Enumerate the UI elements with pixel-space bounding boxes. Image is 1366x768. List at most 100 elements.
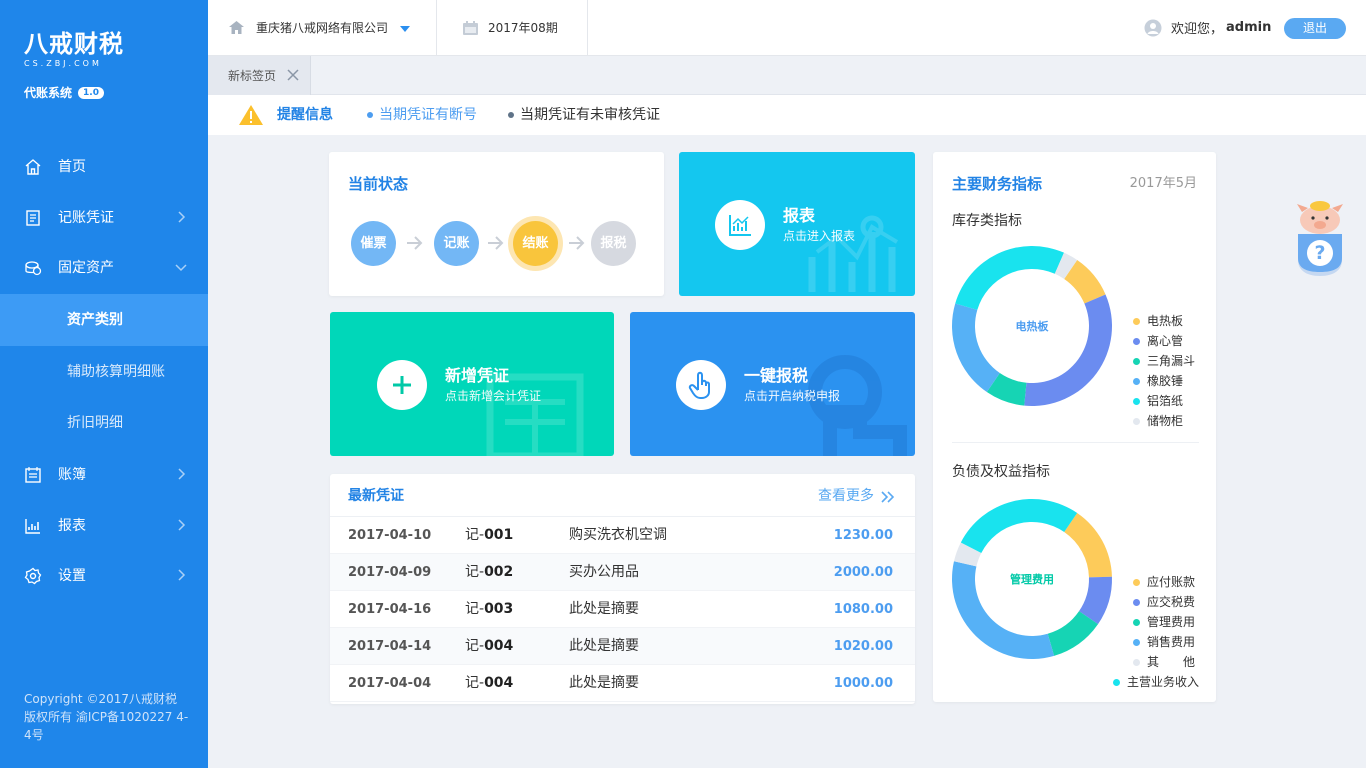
logo-domain: CS.ZBJ.COM	[24, 59, 102, 68]
hand-pointer-icon	[676, 360, 726, 410]
step-closing[interactable]: 结账	[513, 221, 558, 266]
voucher-number: 记-004	[465, 665, 513, 702]
latest-vouchers-header: 最新凭证 查看更多	[330, 474, 915, 517]
step-tax[interactable]: 报税	[591, 221, 636, 266]
system-name: 代账系统 1.0	[24, 84, 104, 101]
legend-dot	[1133, 619, 1140, 626]
sidebar-item-label: 记账凭证	[58, 210, 114, 226]
one-click-tax-subtitle: 点击开启纳税申报	[744, 389, 841, 403]
caret-down-icon	[400, 26, 410, 32]
latest-vouchers-card: 最新凭证 查看更多 2017-04-10 记-001 购买洗衣机空调 1230.00 2…	[330, 474, 915, 704]
finance-title: 主要财务指标	[952, 175, 1043, 193]
sidebar-item-label: 固定资产	[58, 260, 114, 276]
help-mascot-button[interactable]: ?	[1294, 198, 1346, 278]
divider	[952, 442, 1199, 443]
legend-dot	[1133, 378, 1140, 385]
logo[interactable]: 八戒财税 CS.ZBJ.COM	[24, 30, 124, 69]
legend-dot	[1133, 659, 1140, 666]
help-question-mark: ?	[1314, 242, 1326, 264]
user-info[interactable]: 欢迎您， admin	[1144, 18, 1271, 37]
voucher-number: 记-004	[465, 628, 513, 665]
sidebar-item-label: 账簿	[58, 467, 86, 483]
legend-dot	[1133, 579, 1140, 586]
voucher-summary: 买办公用品	[569, 564, 639, 580]
new-voucher-tile[interactable]: 新增凭证 点击新增会计凭证	[330, 312, 614, 456]
logout-button[interactable]: 退出	[1284, 18, 1346, 39]
legend-item: 三角漏斗	[1133, 353, 1195, 369]
sidebar-item-settings[interactable]: 设置	[0, 551, 208, 601]
warning-icon	[239, 105, 263, 125]
voucher-row[interactable]: 2017-04-09 记-002 买办公用品 2000.00	[330, 554, 915, 591]
voucher-row[interactable]: 2017-04-14 记-004 此处是摘要 1020.00	[330, 628, 915, 665]
sidebar-item-report[interactable]: 报表	[0, 501, 208, 551]
donut-slice[interactable]	[955, 246, 1064, 310]
period-text: 2017年08期	[488, 21, 558, 35]
report-tile[interactable]: 报表 点击进入报表	[679, 152, 915, 296]
sidebar-subitem-auxiliary-ledger[interactable]: 辅助核算明细账	[0, 346, 208, 398]
sidebar-item-label: 报表	[58, 518, 86, 534]
voucher-row[interactable]: 2017-04-10 记-001 购买洗衣机空调 1230.00	[330, 517, 915, 554]
logo-text: 八戒财税	[24, 30, 124, 58]
legend-label: 电热板	[1147, 314, 1184, 328]
voucher-icon	[26, 210, 40, 226]
voucher-no: 004	[484, 675, 514, 691]
sidebar-item-voucher[interactable]: 记账凭证	[0, 193, 208, 243]
add-circle-icon	[377, 360, 427, 410]
system-name-label: 代账系统	[24, 86, 73, 100]
legend-dot	[1133, 338, 1140, 345]
sidebar-item-home[interactable]: 首页	[0, 142, 208, 192]
sidebar-subitem-asset-category[interactable]: 资产类别	[0, 294, 208, 346]
one-click-tax-tile[interactable]: 一键报税 点击开启纳税申报	[630, 312, 915, 456]
status-card: 当前状态 催票 记账 结账 报税	[329, 152, 664, 296]
notice-item-gap[interactable]: 当期凭证有断号	[367, 106, 477, 124]
legend-dot	[1133, 318, 1140, 325]
step-invoice[interactable]: 催票	[351, 221, 396, 266]
notice-item-unaudited[interactable]: 当期凭证有未审核凭证	[508, 106, 660, 124]
view-more-link[interactable]: 查看更多	[818, 487, 874, 505]
inventory-donut-center-label: 电热板	[1015, 320, 1049, 333]
sidebar: 八戒财税 CS.ZBJ.COM 代账系统 1.0 首页 记账凭证 固定资产 资产…	[0, 0, 208, 768]
sidebar-item-assets[interactable]: 固定资产	[0, 243, 208, 293]
voucher-summary: 此处是摘要	[569, 638, 639, 654]
double-chevron-right-icon[interactable]	[881, 491, 895, 503]
finance-indicators-card: 主要财务指标 2017年5月 库存类指标 电热板 电热板 离心管 三角漏斗 橡胶锤 铝箔…	[933, 152, 1216, 702]
chevron-right-icon	[178, 211, 186, 223]
voucher-summary: 购买洗衣机空调	[569, 527, 667, 543]
sidebar-item-ledger[interactable]: 账簿	[0, 450, 208, 500]
step-bookkeeping[interactable]: 记账	[434, 221, 479, 266]
voucher-amount: 2000.00	[833, 565, 893, 580]
version-badge: 1.0	[78, 86, 104, 99]
legend-item: 主营业务收入	[1113, 674, 1199, 690]
voucher-no: 001	[484, 527, 514, 543]
tab-new[interactable]: 新标签页	[208, 56, 311, 95]
legend-item: 应付账款	[1133, 574, 1195, 590]
donut-slice[interactable]	[952, 303, 1000, 393]
tab-label: 新标签页	[228, 69, 277, 83]
donut-slice[interactable]	[960, 499, 1078, 553]
legend-dot	[1113, 679, 1120, 686]
sidebar-subitem-depreciation[interactable]: 折旧明细	[0, 397, 208, 449]
donut-slice[interactable]	[1064, 512, 1112, 578]
liability-donut-center-label: 管理费用	[1010, 573, 1054, 586]
donut-slice[interactable]	[1024, 294, 1112, 406]
status-title: 当前状态	[348, 175, 409, 193]
voucher-prefix: 记-	[465, 527, 485, 543]
legend-item: 橡胶锤	[1133, 373, 1183, 389]
voucher-row[interactable]: 2017-04-04 记-004 此处是摘要 1000.00	[330, 665, 915, 702]
voucher-number: 记-001	[465, 517, 513, 554]
notice-bar: 提醒信息 当期凭证有断号 当期凭证有未审核凭证	[208, 95, 1366, 135]
voucher-row[interactable]: 2017-04-16 记-003 此处是摘要 1080.00	[330, 591, 915, 628]
sidebar-item-label: 设置	[58, 568, 86, 584]
calendar-icon	[463, 21, 478, 35]
home-icon	[229, 21, 244, 34]
company-name: 重庆猪八戒网络有限公司	[256, 21, 389, 35]
legend-item: 离心管	[1133, 333, 1183, 349]
legend-label: 三角漏斗	[1147, 354, 1196, 368]
legend-label: 离心管	[1147, 334, 1184, 348]
company-selector[interactable]: 重庆猪八戒网络有限公司	[208, 0, 437, 56]
period-selector[interactable]: 2017年08期	[437, 0, 588, 56]
inventory-section-title: 库存类指标	[952, 213, 1022, 229]
close-icon[interactable]	[287, 69, 299, 81]
chevron-right-icon	[178, 519, 186, 531]
voucher-amount: 1020.00	[833, 639, 893, 654]
